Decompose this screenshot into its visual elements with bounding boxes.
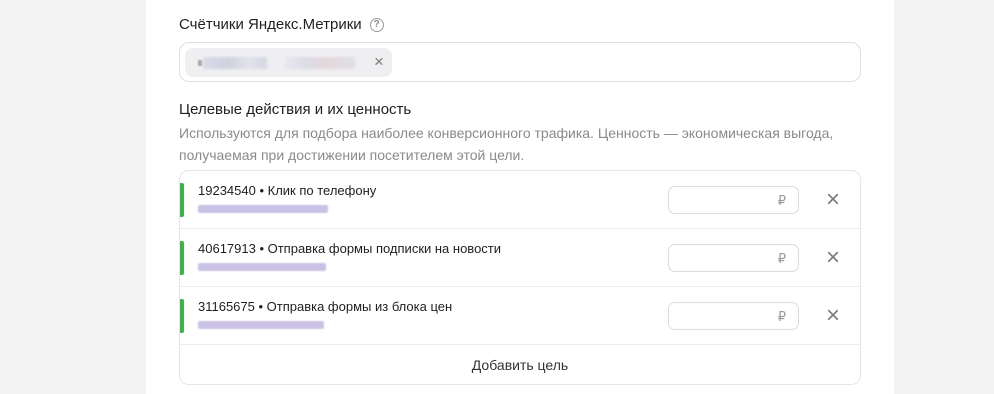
redacted-text <box>198 321 324 329</box>
goal-status-bar <box>180 183 184 217</box>
goal-title: 31165675 • Отправка формы из блока цен <box>198 299 453 314</box>
remove-goal-button[interactable]: × <box>822 303 844 329</box>
chip-remove-icon[interactable]: × <box>371 53 387 70</box>
counters-input[interactable]: × <box>179 42 861 82</box>
ruble-sign: ₽ <box>777 193 786 208</box>
help-icon[interactable]: ? <box>369 17 384 32</box>
goal-status-bar <box>180 299 184 333</box>
goal-title: 40617913 • Отправка формы подписки на но… <box>198 241 502 256</box>
counters-section-title: Счётчики Яндекс.Метрики ? <box>179 16 384 33</box>
goal-row: 31165675 • Отправка формы из блока цен ₽… <box>180 287 860 345</box>
goal-row: 40617913 • Отправка формы подписки на но… <box>180 229 860 287</box>
goal-value-input[interactable]: ₽ <box>668 186 799 214</box>
goals-description: Используются для подбора наиболее конвер… <box>179 125 834 163</box>
ruble-sign: ₽ <box>777 309 786 324</box>
counters-title: Счётчики Яндекс.Метрики <box>179 16 362 33</box>
goals-title: Целевые действия и их ценность <box>179 101 412 118</box>
add-goal-button[interactable]: Добавить цель <box>180 345 860 384</box>
redacted-text <box>198 60 202 66</box>
ruble-sign: ₽ <box>777 251 786 266</box>
redacted-text <box>198 205 328 213</box>
goal-title: 19234540 • Клик по телефону <box>198 183 377 198</box>
counter-chip: × <box>185 48 392 77</box>
goal-row: 19234540 • Клик по телефону ₽ × <box>180 171 860 229</box>
goal-value-input[interactable]: ₽ <box>668 244 799 272</box>
redacted-text <box>198 263 326 271</box>
goals-section-title: Целевые действия и их ценность <box>179 101 411 118</box>
redacted-text <box>203 57 267 69</box>
goal-status-bar <box>180 241 184 275</box>
remove-goal-button[interactable]: × <box>822 245 844 271</box>
goal-value-input[interactable]: ₽ <box>668 302 799 330</box>
redacted-text <box>285 57 355 69</box>
remove-goal-button[interactable]: × <box>822 187 844 213</box>
goals-list: 19234540 • Клик по телефону ₽ × 40617913… <box>179 170 861 385</box>
settings-panel: Счётчики Яндекс.Метрики ? × Целевые дейс… <box>146 0 894 394</box>
